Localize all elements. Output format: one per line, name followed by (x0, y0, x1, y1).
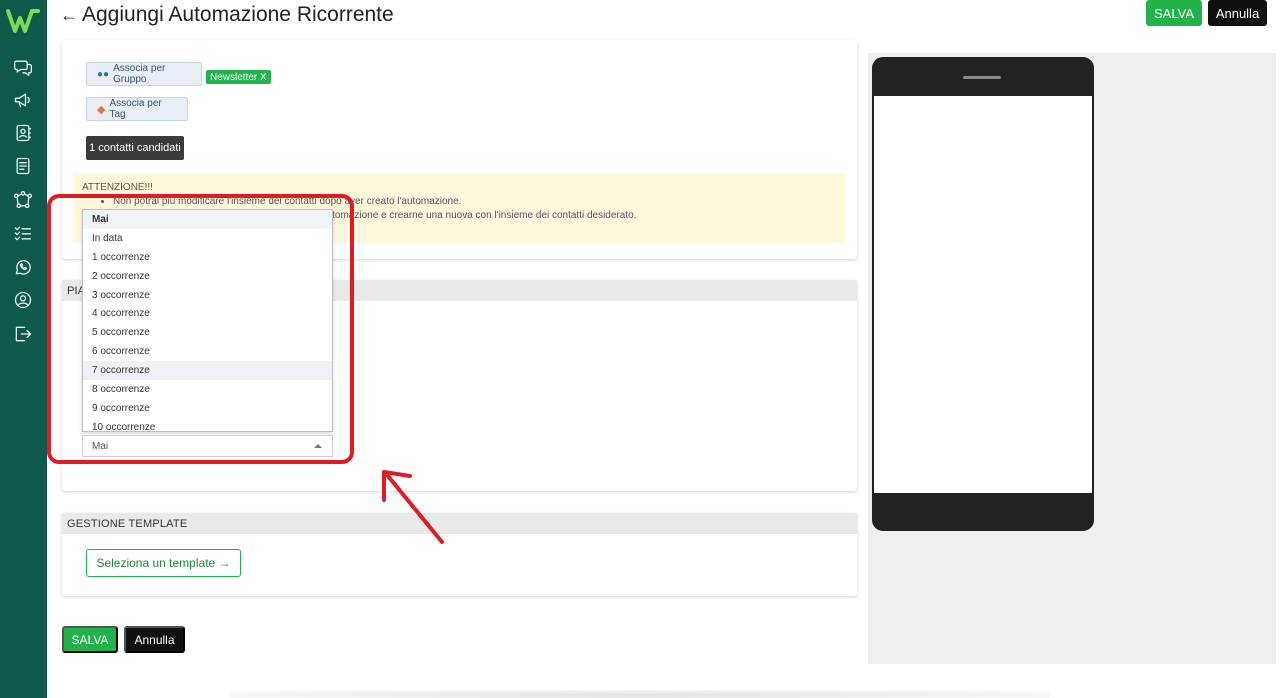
users-icon: ●● (97, 68, 110, 80)
save-button[interactable]: SALVA (62, 626, 118, 653)
select-template-button[interactable]: Seleziona un template → (86, 549, 241, 577)
annotation-highlight (47, 194, 354, 464)
page-header: ← Aggiungi Automazione Ricorrente (60, 2, 394, 28)
sidebar (0, 0, 47, 698)
associate-tag-button[interactable]: ◆ Associa per Tag (86, 97, 188, 121)
phone-screen (874, 96, 1092, 493)
phone-speaker (963, 76, 1001, 79)
contacts-icon[interactable] (12, 122, 34, 144)
associate-group-button[interactable]: ●● Associa per Gruppo (86, 62, 202, 86)
w-logo[interactable] (4, 6, 42, 36)
cancel-button-top[interactable]: Annulla (1208, 0, 1267, 26)
user-icon[interactable] (12, 289, 34, 311)
megaphone-icon[interactable] (12, 89, 34, 111)
annotation-arrow-icon (382, 470, 444, 544)
chat-icon[interactable] (12, 56, 34, 78)
logo-mark (6, 9, 40, 33)
cancel-button[interactable]: Annulla (124, 626, 185, 653)
group-badge: Newsletter X (206, 70, 271, 84)
save-button-top[interactable]: SALVA (1146, 0, 1202, 26)
warning-title: ATTENZIONE!!! (82, 182, 153, 193)
document-icon[interactable] (12, 155, 34, 177)
app-frame: ← Aggiungi Automazione Ricorrente SALVA … (0, 0, 1280, 698)
tag-icon: ◆ (97, 103, 106, 116)
template-card-header: GESTIONE TEMPLATE (62, 513, 857, 534)
checklist-icon[interactable] (12, 222, 34, 244)
page-title: Aggiungi Automazione Ricorrente (82, 3, 394, 26)
flow-icon[interactable] (12, 189, 34, 211)
associate-tag-label: Associa per Tag (109, 98, 162, 120)
arrow-left-icon[interactable]: ← (60, 5, 78, 26)
bottom-shadow (230, 690, 1050, 698)
logout-icon[interactable] (12, 323, 34, 345)
whatsapp-icon[interactable] (12, 256, 34, 278)
candidates-count: 1 contatti candidati (86, 136, 184, 160)
associate-group-label: Associa per Gruppo (113, 63, 166, 85)
